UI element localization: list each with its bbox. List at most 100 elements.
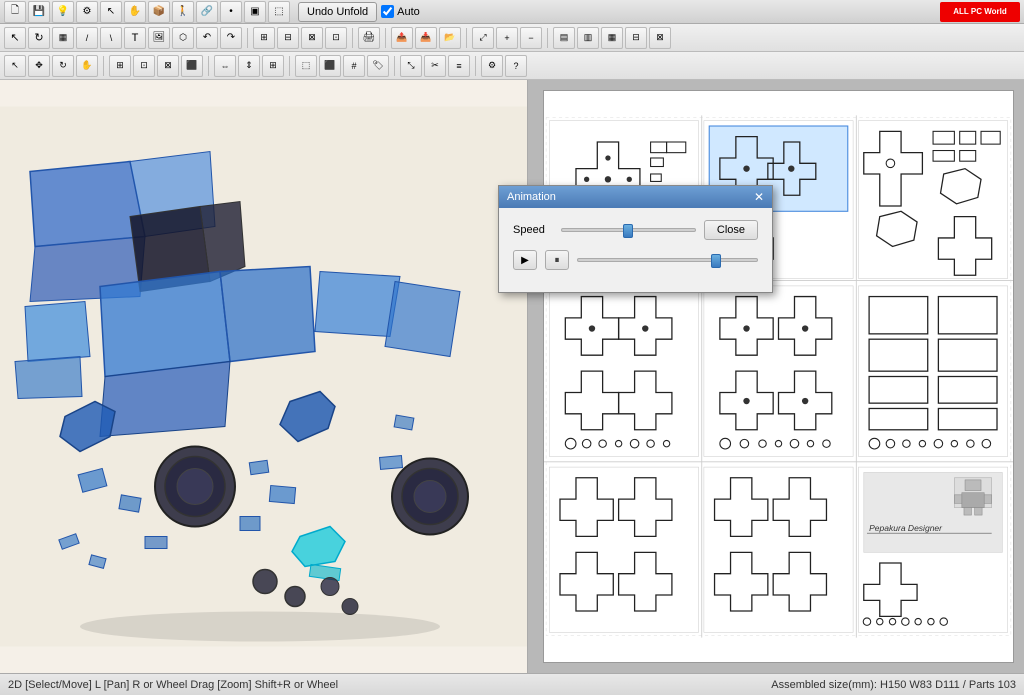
back-icon[interactable]: ⬛ <box>319 55 341 77</box>
image-icon[interactable]: 🖼 <box>148 27 170 49</box>
speed-slider-thumb <box>623 224 633 238</box>
mirror-icon[interactable]: ⇔ <box>214 55 236 77</box>
number-icon[interactable]: # <box>343 55 365 77</box>
edge-icon[interactable]: / <box>76 27 98 49</box>
status-bar: 2D [Select/Move] L [Pan] R or Wheel Drag… <box>0 673 1024 695</box>
edge2-icon[interactable]: \ <box>100 27 122 49</box>
front-icon[interactable]: ⬚ <box>295 55 317 77</box>
align-icon[interactable]: ≡ <box>448 55 470 77</box>
redo-icon[interactable]: ↷ <box>220 27 242 49</box>
new-icon[interactable]: 🗋 <box>4 1 26 23</box>
status-right: Assembled size(mm): H150 W83 D111 / Part… <box>771 679 1016 691</box>
figure-icon[interactable]: 🚶 <box>172 1 194 23</box>
sep-8 <box>289 56 290 76</box>
sep-7 <box>208 56 209 76</box>
link-icon[interactable]: 🔗 <box>196 1 218 23</box>
animation-dialog-body: Speed Close ▶ ⏸ <box>499 208 772 292</box>
scale-icon[interactable]: ⤡ <box>400 55 422 77</box>
layout2-icon[interactable]: ▥ <box>577 27 599 49</box>
status-left: 2D [Select/Move] L [Pan] R or Wheel Drag… <box>8 679 338 691</box>
label-icon[interactable]: 🏷 <box>367 55 389 77</box>
speed-slider[interactable] <box>561 228 696 232</box>
toolbar-1: ↖ ↻ ▦ / \ T 🖼 ⬡ ↶ ↷ ⊞ ⊟ ⊠ ⊡ 🖨 📤 📥 📂 ⤢ + … <box>0 24 1024 52</box>
titlebar-left: 🗋 💾 💡 ⚙ ↖ ✋ 📦 🚶 🔗 • ▣ ⬚ <box>0 1 294 23</box>
import-icon[interactable]: 📥 <box>415 27 437 49</box>
cube-icon[interactable]: ⬡ <box>172 27 194 49</box>
undo-icon[interactable]: ↶ <box>196 27 218 49</box>
toolbar-2: ↖ ✥ ↻ ✋ ⊞ ⊡ ⊠ ⬛ ⇔ ⇕ ⊞ ⬚ ⬛ # 🏷 ⤡ ✂ ≡ ⚙ ? <box>0 52 1024 80</box>
cursor-icon[interactable]: ↖ <box>100 1 122 23</box>
close-button[interactable]: Close <box>704 220 758 240</box>
flip-icon[interactable]: ⇕ <box>238 55 260 77</box>
rotate2-icon[interactable]: ↻ <box>52 55 74 77</box>
parts-icon[interactable]: ⊡ <box>325 27 347 49</box>
layout3-icon[interactable]: ▦ <box>601 27 623 49</box>
assign-icon[interactable]: ⊠ <box>157 55 179 77</box>
select2-icon[interactable]: ↖ <box>4 55 26 77</box>
unfold2-icon[interactable]: ⊞ <box>109 55 131 77</box>
export-icon[interactable]: 📤 <box>391 27 413 49</box>
settings-icon[interactable]: ⚙ <box>76 1 98 23</box>
rotate-icon[interactable]: ↻ <box>28 27 50 49</box>
open-icon[interactable]: 📂 <box>439 27 461 49</box>
sep-2 <box>352 28 353 48</box>
print-icon[interactable]: 🖨 <box>358 27 380 49</box>
snap-icon[interactable]: ⊞ <box>262 55 284 77</box>
sep-10 <box>475 56 476 76</box>
logo-text: ALL PC World <box>953 7 1006 17</box>
sep-5 <box>547 28 548 48</box>
group-icon[interactable]: ⊡ <box>133 55 155 77</box>
square-icon[interactable]: ▣ <box>244 1 266 23</box>
speed-label: Speed <box>513 224 553 236</box>
logo-box: ALL PC World <box>940 2 1020 22</box>
help-icon[interactable]: ? <box>505 55 527 77</box>
pause-button[interactable]: ⏸ <box>545 250 569 270</box>
main-content: Pepakura Designer <box>0 80 1024 673</box>
color-icon[interactable]: ⬛ <box>181 55 203 77</box>
hand-icon[interactable]: ✋ <box>124 1 146 23</box>
play-button[interactable]: ▶ <box>513 250 537 270</box>
settings2-icon[interactable]: ⚙ <box>481 55 503 77</box>
pan-icon[interactable]: ✋ <box>76 55 98 77</box>
explode-icon[interactable]: ⊠ <box>301 27 323 49</box>
sep-4 <box>466 28 467 48</box>
auto-label: Auto <box>397 6 420 18</box>
unfold-icon[interactable]: ⊞ <box>253 27 275 49</box>
dot-icon[interactable]: • <box>220 1 242 23</box>
sep-1 <box>247 28 248 48</box>
2d-view[interactable]: Pepakura Designer <box>528 80 1024 673</box>
zoom-fit-icon[interactable]: ⤢ <box>472 27 494 49</box>
svg-text:Pepakura Designer: Pepakura Designer <box>869 523 943 533</box>
auto-checkbox-area: Auto <box>381 5 420 18</box>
undo-unfold-button[interactable]: Undo Unfold <box>298 2 377 22</box>
fold-icon[interactable]: ⊟ <box>277 27 299 49</box>
animation-dialog-title[interactable]: Animation ✕ <box>499 186 772 208</box>
crop-icon[interactable]: ✂ <box>424 55 446 77</box>
sep-9 <box>394 56 395 76</box>
zoom-in-icon[interactable]: + <box>496 27 518 49</box>
progress-bar[interactable] <box>577 258 758 262</box>
sep-6 <box>103 56 104 76</box>
paper-pattern-svg: Pepakura Designer <box>544 91 1013 662</box>
auto-checkbox[interactable] <box>381 5 394 18</box>
save-icon[interactable]: 💾 <box>28 1 50 23</box>
select-icon[interactable]: ↖ <box>4 27 26 49</box>
grid-icon[interactable]: ▦ <box>52 27 74 49</box>
3d-view-icon[interactable]: ⬚ <box>268 1 290 23</box>
3d-model-svg <box>0 80 527 673</box>
text-icon[interactable]: T <box>124 27 146 49</box>
paper-layout-area: Pepakura Designer <box>543 90 1014 663</box>
playback-row: ▶ ⏸ <box>513 250 758 270</box>
zoom-out-icon[interactable]: − <box>520 27 542 49</box>
3d-view[interactable] <box>0 80 528 673</box>
logo-area: ALL PC World <box>940 2 1020 22</box>
animation-close-x-button[interactable]: ✕ <box>754 190 764 204</box>
progress-thumb <box>711 254 721 268</box>
box-icon[interactable]: 📦 <box>148 1 170 23</box>
move-icon[interactable]: ✥ <box>28 55 50 77</box>
split-h-icon[interactable]: ⊠ <box>649 27 671 49</box>
animation-title-text: Animation <box>507 191 556 203</box>
layout1-icon[interactable]: ▤ <box>553 27 575 49</box>
split-v-icon[interactable]: ⊟ <box>625 27 647 49</box>
light-icon[interactable]: 💡 <box>52 1 74 23</box>
